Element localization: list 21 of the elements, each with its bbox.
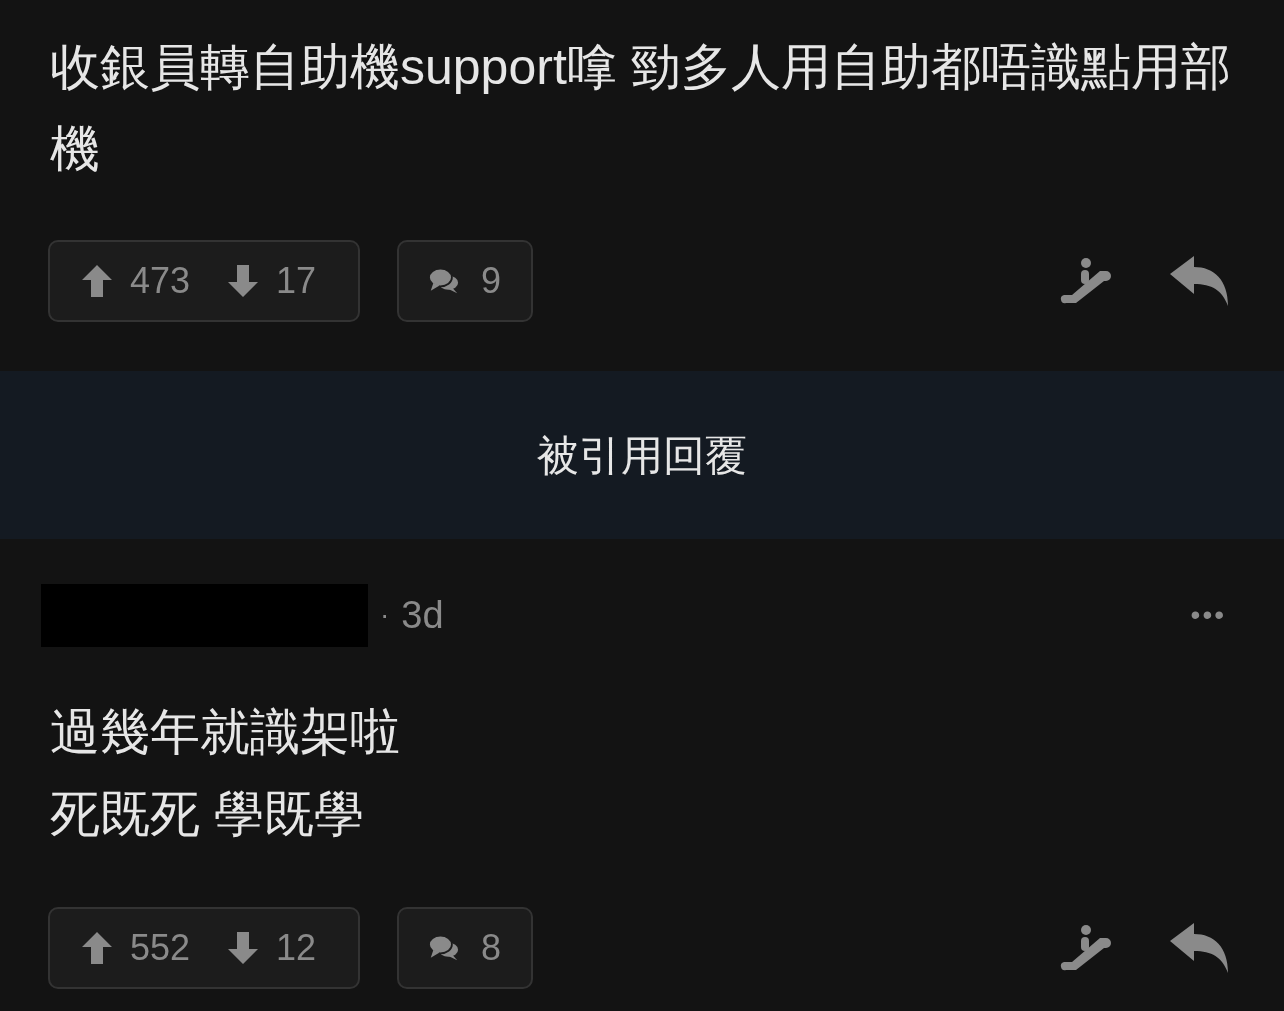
upvote-count: 473 [130,259,192,303]
reply-icon[interactable] [1170,256,1230,306]
more-options-button[interactable]: ••• [1190,594,1226,636]
upvote-icon [82,932,112,964]
post-text: 死既死 學既學 [50,785,365,844]
upvote-count: 552 [130,926,192,970]
upvote-icon [82,265,112,297]
downvote-icon [228,265,258,297]
escalator-icon[interactable] [1060,924,1112,972]
post-text: 過幾年就識架啦 [50,703,401,762]
reply-icon[interactable] [1170,923,1230,973]
replies-button[interactable]: 8 [397,907,533,989]
downvote-count: 12 [276,926,317,970]
escalator-icon[interactable] [1060,257,1112,305]
replies-button[interactable]: 9 [397,240,533,322]
post-text: 收銀員轉自助機support嗱 勁多人用自助都唔識點用部機 [50,38,1232,179]
post-time: 3d [401,592,444,638]
downvote-count: 17 [276,259,317,303]
downvote-icon [228,932,258,964]
separator-dot: · [380,598,390,632]
quoted-reply-banner[interactable]: 被引用回覆 [537,423,747,487]
